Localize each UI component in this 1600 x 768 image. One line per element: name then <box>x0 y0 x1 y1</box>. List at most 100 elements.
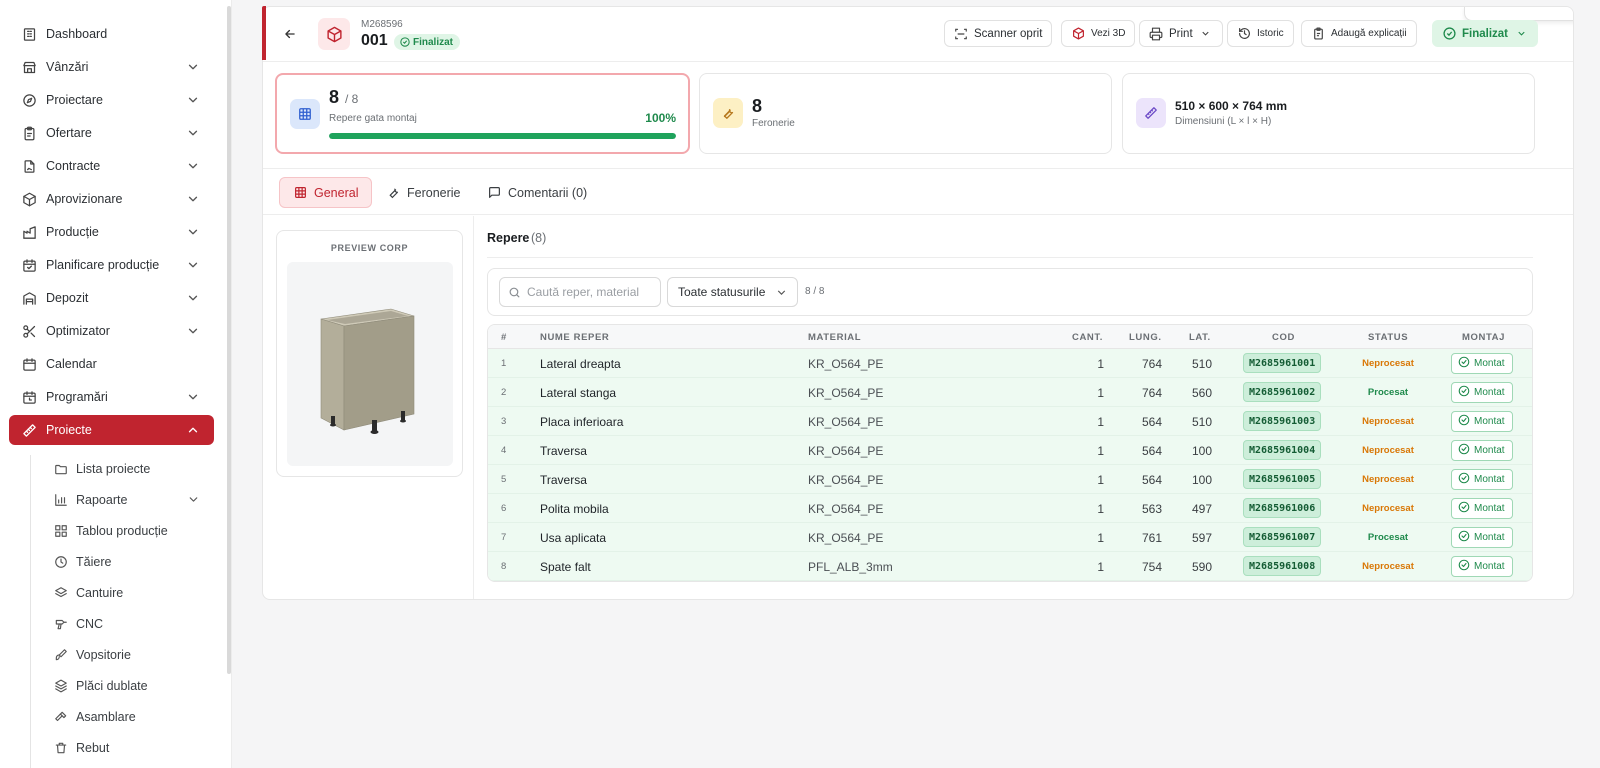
table-row[interactable]: 6 Polita mobila KR_O564_PE 1 563 497 M26859610… <box>488 494 1532 523</box>
sidebar-item-proiectare[interactable]: Proiectare <box>9 85 214 115</box>
table-row[interactable]: 8 Spate falt PFL_ALB_3mm 1 754 590 M2685961008… <box>488 552 1532 581</box>
print-button[interactable]: Print <box>1139 20 1223 47</box>
assembly-status-button[interactable]: Montat <box>1451 527 1513 548</box>
preview-title: PREVIEW CORP <box>330 243 409 253</box>
sidebar-item-productie[interactable]: Producție <box>9 217 214 247</box>
sidebar-item-dashboard[interactable]: Dashboard <box>9 19 214 49</box>
assembly-status-button[interactable]: Montat <box>1451 411 1513 432</box>
sidebar-subitem-asamblare[interactable]: Asamblare <box>44 703 214 731</box>
sidebar-item-contracte[interactable]: Contracte <box>9 151 214 181</box>
hardware-label: Feronerie <box>752 118 795 129</box>
table-row[interactable]: 1 Lateral dreapta KR_O564_PE 1 764 510 M268596… <box>488 349 1532 378</box>
view-3d-button[interactable]: Vezi 3D <box>1061 20 1136 47</box>
assembly-status-button[interactable]: Montat <box>1451 382 1513 403</box>
sidebar-subitem-label: Tablou producție <box>76 524 168 538</box>
compass-icon <box>21 92 37 108</box>
tab-general[interactable]: General <box>279 177 373 208</box>
assembly-status-label: Montat <box>1474 358 1505 369</box>
column-header-code: COD <box>1272 332 1295 343</box>
assembly-status-button[interactable]: Montat <box>1451 440 1513 461</box>
sidebar-subitem-vopsitorie[interactable]: Vopsitorie <box>44 641 214 669</box>
contract-icon <box>21 158 37 174</box>
part-width: 510 <box>1191 357 1212 371</box>
part-width: 597 <box>1191 531 1212 545</box>
column-header-width[interactable]: LAT. <box>1189 332 1211 343</box>
sidebar-item-ofertare[interactable]: Ofertare <box>9 118 214 148</box>
finalize-status-button[interactable]: Finalizat <box>1432 20 1539 47</box>
part-code[interactable]: M2685961003 <box>1243 411 1322 431</box>
tab-comments[interactable]: Comentarii (0) <box>474 177 600 208</box>
warehouse-icon <box>21 290 37 306</box>
part-code[interactable]: M2685961008 <box>1243 556 1322 576</box>
assembly-status-button[interactable]: Montat <box>1451 556 1513 577</box>
table-row[interactable]: 2 Lateral stanga KR_O564_PE 1 764 560 M2685961… <box>488 378 1532 407</box>
check-circle-icon <box>1458 530 1470 545</box>
part-status: Procesat <box>1367 387 1409 398</box>
table-row[interactable]: 7 Usa aplicata KR_O564_PE 1 761 597 M268596100… <box>488 523 1532 552</box>
status-filter-select[interactable]: Toate statusurile <box>667 277 798 307</box>
part-length: 564 <box>1141 444 1162 458</box>
cabinet-3d-preview[interactable] <box>287 262 453 466</box>
status-badge: Finalizat <box>394 34 461 50</box>
part-code[interactable]: M2685961006 <box>1243 498 1322 518</box>
assembly-status-button[interactable]: Montat <box>1451 353 1513 374</box>
project-number: 001 <box>361 32 388 49</box>
search-input[interactable] <box>527 285 652 299</box>
part-code[interactable]: M2685961004 <box>1243 440 1322 460</box>
sidebar-item-programari[interactable]: Programări <box>9 382 214 412</box>
printer-icon <box>1149 27 1163 41</box>
store-icon <box>21 59 37 75</box>
sidebar-subitem-cantuire[interactable]: Cantuire <box>44 579 214 607</box>
sidebar-item-calendar[interactable]: Calendar <box>9 349 214 379</box>
assembly-status-button[interactable]: Montat <box>1451 498 1513 519</box>
sidebar-item-label: Calendar <box>46 357 97 371</box>
hardware-count: 8 <box>752 96 763 116</box>
add-explanations-button[interactable]: Adaugă explicații <box>1301 20 1417 47</box>
sidebar-subitem-cnc[interactable]: CNC <box>44 610 214 638</box>
sidebar-scrollbar[interactable] <box>227 6 231 674</box>
sidebar-item-vanzari[interactable]: Vânzări <box>9 52 214 82</box>
part-quantity: 1 <box>1097 531 1104 545</box>
sidebar-item-planificare-productie[interactable]: Planificare producție <box>9 250 214 280</box>
sidebar-subitem-taiere[interactable]: Tăiere <box>44 548 214 576</box>
ruler-icon <box>21 422 37 438</box>
assembly-status-button[interactable]: Montat <box>1451 469 1513 490</box>
sidebar-item-aprovizionare[interactable]: Aprovizionare <box>9 184 214 214</box>
row-index: 5 <box>501 474 507 485</box>
sidebar-subitem-tablou-productie[interactable]: Tablou producție <box>44 517 214 545</box>
part-length: 761 <box>1141 531 1162 545</box>
table-row[interactable]: 5 Traversa KR_O564_PE 1 564 100 M2685961005 Nep… <box>488 465 1532 494</box>
sidebar-item-proiecte[interactable]: Proiecte <box>9 415 214 445</box>
sidebar-subitem-placi-dublate[interactable]: Plăci dublate <box>44 672 214 700</box>
sidebar-subitem-label: Vopsitorie <box>76 648 131 662</box>
part-width: 510 <box>1191 415 1212 429</box>
message-icon <box>487 186 501 200</box>
ready-percent: 100% <box>645 111 676 125</box>
table-row[interactable]: 3 Placa inferioara KR_O564_PE 1 564 510 M26859… <box>488 407 1532 436</box>
part-length: 563 <box>1141 502 1162 516</box>
part-code[interactable]: M2685961007 <box>1243 527 1322 547</box>
column-header-length[interactable]: LUNG. <box>1129 332 1162 343</box>
back-button[interactable] <box>277 21 303 47</box>
search-box[interactable] <box>499 277 661 307</box>
part-code[interactable]: M2685961005 <box>1243 469 1322 489</box>
scanner-button[interactable]: Scanner oprit <box>944 20 1053 47</box>
part-name: Traversa <box>540 444 587 458</box>
part-status: Neprocesat <box>1362 474 1414 485</box>
column-header-material: MATERIAL <box>808 332 862 343</box>
package-icon <box>318 18 350 50</box>
sidebar-subitem-lista-proiecte[interactable]: Lista proiecte <box>44 455 214 483</box>
sidebar-item-depozit[interactable]: Depozit <box>9 283 214 313</box>
part-name: Polita mobila <box>540 502 609 516</box>
sidebar-subitem-rebut[interactable]: Rebut <box>44 734 214 762</box>
part-name: Usa aplicata <box>540 531 607 545</box>
column-header-qty[interactable]: CANT. <box>1072 332 1103 343</box>
tab-hardware[interactable]: Feronerie <box>373 177 474 208</box>
sidebar-subitem-rapoarte[interactable]: Rapoarte <box>44 486 214 514</box>
table-row[interactable]: 4 Traversa KR_O564_PE 1 564 100 M2685961004 Nep… <box>488 436 1532 465</box>
part-code[interactable]: M2685961001 <box>1243 353 1322 373</box>
part-code[interactable]: M2685961002 <box>1243 382 1322 402</box>
history-button[interactable]: Istoric <box>1227 20 1294 47</box>
chevron-down-icon <box>187 493 200 506</box>
sidebar-item-optimizator[interactable]: Optimizator <box>9 316 214 346</box>
